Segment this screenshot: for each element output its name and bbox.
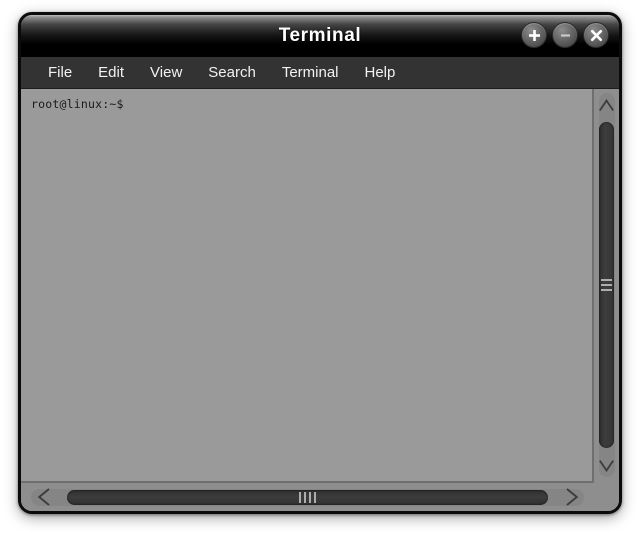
chevron-right-icon bbox=[565, 488, 578, 506]
terminal-window: Terminal File Edit View Search Terminal … bbox=[18, 12, 622, 514]
chevron-left-icon bbox=[37, 488, 50, 506]
menu-item-terminal[interactable]: Terminal bbox=[269, 62, 352, 83]
menu-item-search[interactable]: Search bbox=[195, 62, 269, 83]
chevron-down-icon bbox=[599, 459, 614, 472]
screen: Terminal File Edit View Search Terminal … bbox=[0, 0, 640, 533]
close-icon bbox=[590, 29, 602, 41]
menu-item-file[interactable]: File bbox=[35, 62, 85, 83]
menu-item-edit[interactable]: Edit bbox=[85, 62, 137, 83]
window-titlebar[interactable]: Terminal bbox=[21, 15, 619, 57]
plus-icon bbox=[528, 29, 540, 41]
window-body: root@linux:~$ bbox=[21, 89, 619, 511]
window-title: Terminal bbox=[278, 25, 362, 46]
terminal-output-area[interactable]: root@linux:~$ bbox=[21, 89, 592, 481]
menu-item-help[interactable]: Help bbox=[352, 62, 409, 83]
horizontal-scrollbar[interactable] bbox=[21, 481, 594, 511]
maximize-button[interactable] bbox=[521, 22, 547, 48]
horizontal-scrollbar-thumb[interactable] bbox=[67, 489, 548, 505]
scroll-left-button[interactable] bbox=[27, 486, 61, 508]
content-row: root@linux:~$ bbox=[21, 89, 619, 481]
window-controls bbox=[521, 22, 609, 48]
scroll-right-button[interactable] bbox=[554, 486, 588, 508]
minimize-button[interactable] bbox=[552, 22, 578, 48]
chevron-up-icon bbox=[599, 98, 614, 111]
menubar: File Edit View Search Terminal Help bbox=[21, 57, 619, 89]
close-button[interactable] bbox=[583, 22, 609, 48]
vertical-scrollbar-thumb[interactable] bbox=[599, 122, 614, 448]
vertical-scrollbar[interactable] bbox=[592, 89, 619, 481]
vertical-thumb-grip-icon bbox=[601, 279, 612, 291]
menu-item-view[interactable]: View bbox=[137, 62, 195, 83]
minus-icon bbox=[560, 33, 570, 37]
terminal-prompt-line: root@linux:~$ bbox=[31, 97, 124, 111]
scroll-down-button[interactable] bbox=[596, 452, 618, 478]
horizontal-thumb-grip-icon bbox=[299, 491, 316, 503]
scrollbar-corner bbox=[594, 481, 619, 511]
scroll-up-button[interactable] bbox=[596, 92, 618, 118]
bottom-scroll-row bbox=[21, 481, 619, 511]
